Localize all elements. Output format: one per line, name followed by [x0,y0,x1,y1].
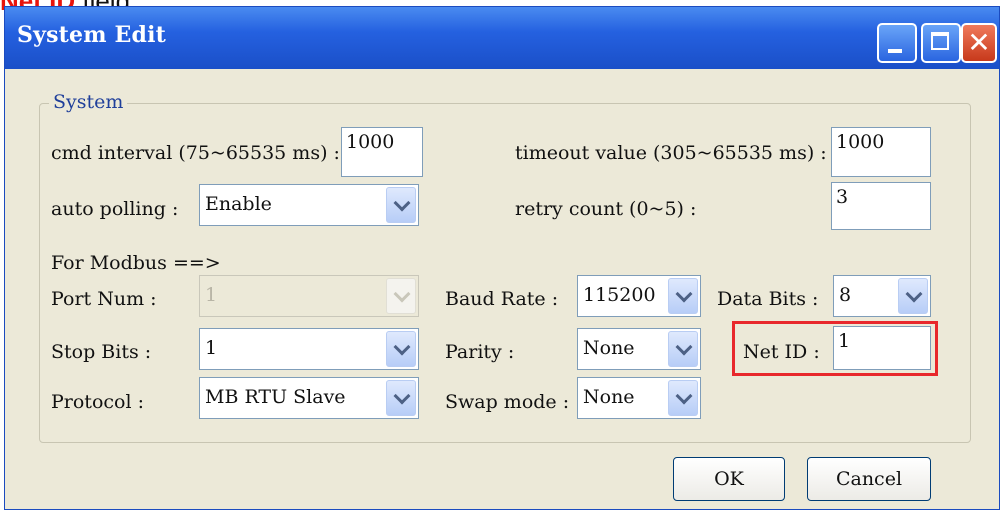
protocol-label: Protocol : [51,391,144,413]
baud-rate-label: Baud Rate : [445,288,559,310]
timeout-value-input[interactable]: 1000 [831,127,931,177]
data-bits-dropdown-button[interactable] [898,278,928,314]
maximize-icon [931,32,949,50]
swap-mode-dropdown-button[interactable] [668,380,698,416]
auto-polling-value: Enable [205,193,272,215]
port-num-dropdown-button [386,278,416,314]
auto-polling-dropdown-button[interactable] [386,187,416,223]
dialog-client: System cmd interval (75~65535 ms) : 1000… [5,69,999,509]
chevron-down-icon [393,285,411,303]
chevron-down-icon [675,285,693,303]
ok-button[interactable]: OK [673,457,785,501]
retry-count-label: retry count (0~5) : [515,198,697,220]
system-edit-window: System Edit ✕ System cmd interval (75~65… [4,6,1000,510]
timeout-value-value: 1000 [836,131,885,153]
baud-rate-select[interactable]: 115200 [577,275,701,317]
protocol-value: MB RTU Slave [205,386,346,408]
chevron-down-icon [675,387,693,405]
retry-count-input[interactable]: 3 [831,182,931,230]
retry-count-value: 3 [836,186,849,208]
minimize-icon [888,49,902,53]
parity-label: Parity : [445,341,515,363]
auto-polling-label: auto polling : [51,198,179,220]
maximize-button[interactable] [921,23,961,63]
data-bits-select[interactable]: 8 [833,275,931,317]
parity-dropdown-button[interactable] [668,331,698,367]
stop-bits-value: 1 [205,337,218,359]
chevron-down-icon [393,387,411,405]
parity-value: None [583,337,635,359]
chevron-down-icon [393,194,411,212]
cmd-interval-input[interactable]: 1000 [341,127,423,177]
close-icon: ✕ [967,26,991,59]
cmd-interval-value: 1000 [346,131,395,153]
modbus-section-header: For Modbus ==> [51,252,221,274]
net-id-value: 1 [838,330,851,352]
parity-select[interactable]: None [577,328,701,370]
baud-rate-dropdown-button[interactable] [668,278,698,314]
cmd-interval-label: cmd interval (75~65535 ms) : [51,142,340,164]
port-num-value: 1 [205,284,218,306]
stop-bits-dropdown-button[interactable] [386,331,416,367]
swap-mode-value: None [583,386,635,408]
data-bits-label: Data Bits : [717,288,819,310]
chevron-down-icon [393,338,411,356]
data-bits-value: 8 [839,284,852,306]
net-id-input[interactable]: 1 [833,326,931,370]
timeout-value-label: timeout value (305~65535 ms) : [515,142,827,164]
chevron-down-icon [675,338,693,356]
title-bar[interactable]: System Edit ✕ [5,7,999,69]
net-id-label: Net ID : [743,341,820,363]
cancel-button[interactable]: Cancel [807,457,931,501]
protocol-select[interactable]: MB RTU Slave [199,377,419,419]
stop-bits-label: Stop Bits : [51,341,152,363]
port-num-label: Port Num : [51,288,157,310]
swap-mode-select[interactable]: None [577,377,701,419]
chevron-down-icon [905,285,923,303]
swap-mode-label: Swap mode : [445,391,570,413]
system-group-label: System [49,91,128,113]
stop-bits-select[interactable]: 1 [199,328,419,370]
window-title: System Edit [17,22,167,48]
minimize-button[interactable] [877,23,917,63]
protocol-dropdown-button[interactable] [386,380,416,416]
port-num-select: 1 [199,275,419,317]
baud-rate-value: 115200 [583,284,656,306]
close-button[interactable]: ✕ [961,23,997,63]
auto-polling-select[interactable]: Enable [199,184,419,226]
